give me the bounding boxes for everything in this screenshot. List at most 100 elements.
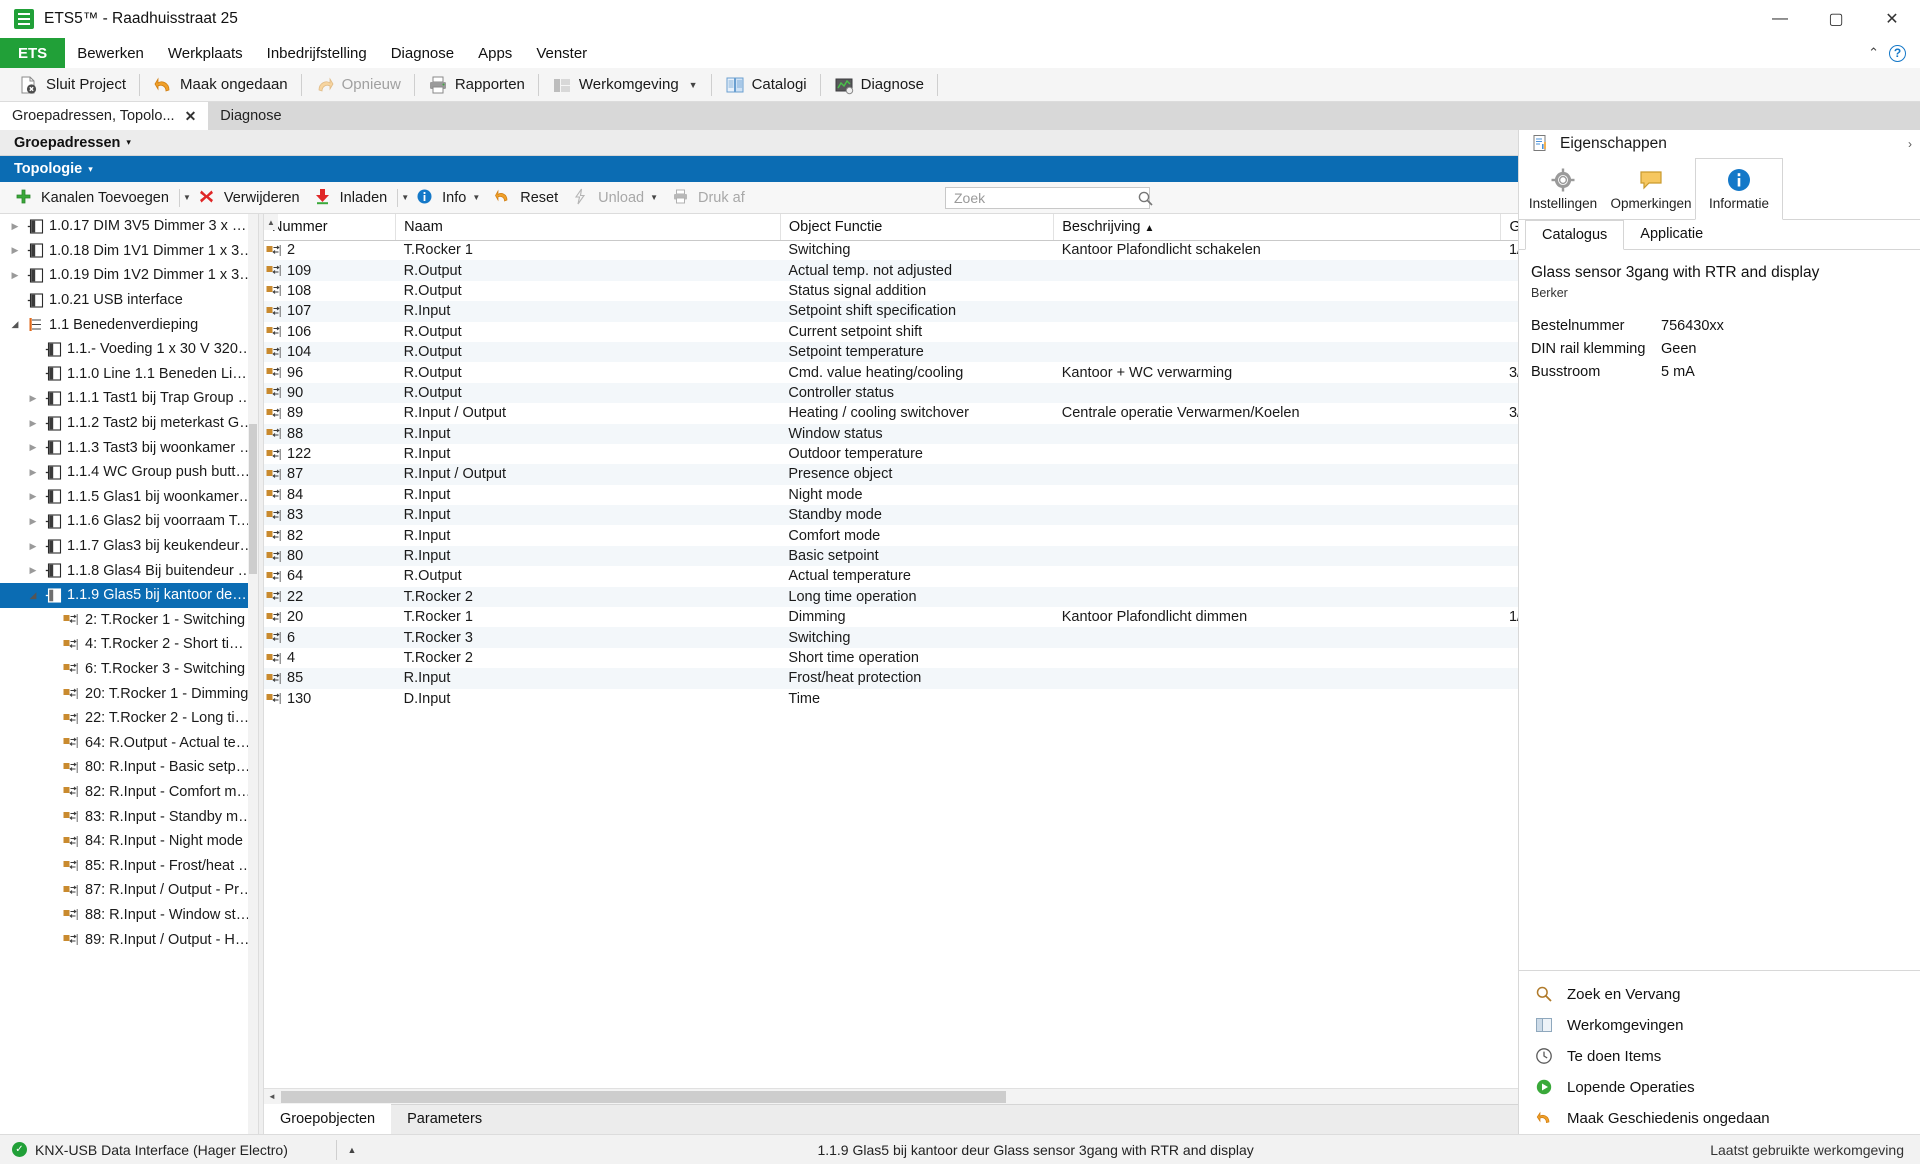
expand-properties-icon[interactable]: › [1908,137,1912,151]
properties-link[interactable]: Maak Geschiedenis ongedaan [1519,1103,1920,1134]
tree-node[interactable]: 22: T.Rocker 2 - Long time o... [0,706,258,731]
search-box[interactable] [945,187,1153,209]
chevron-down-icon[interactable]: ▼ [401,193,409,202]
minimize-button[interactable]: — [1752,0,1808,38]
tree-expand-icon[interactable]: ▶ [26,442,40,453]
tree-expand-icon[interactable]: ▶ [8,270,22,281]
column-header[interactable]: Nummer [264,214,397,241]
tab-diagnose[interactable]: Diagnose [208,102,294,130]
tree-expand-icon[interactable]: ▶ [26,418,40,429]
toolbar-werkomgeving[interactable]: Werkomgeving ▼ [543,68,707,102]
properties-link[interactable]: Zoek en Vervang [1519,979,1920,1010]
tree-node[interactable]: ▶ 1.1.8 Glas4 Bij buitendeur Tou... [0,558,258,583]
tree-node[interactable]: 88: R.Input - Window status [0,903,258,928]
tree-node[interactable]: ▶ 1.1.1 Tast1 bij Trap Group pus... [0,386,258,411]
search-icon[interactable] [1137,190,1154,207]
tree-node[interactable]: 4: T.Rocker 2 - Short time op... [0,632,258,657]
tree-node[interactable]: 20: T.Rocker 1 - Dimming [0,681,258,706]
tree-node[interactable]: ▶ 1.1.2 Tast2 bij meterkast Grou... [0,411,258,436]
tree-node[interactable]: ▶ 1.0.17 DIM 3V5 Dimmer 3 x 30... [0,214,258,239]
tree-node[interactable]: ◢ 1.1.9 Glas5 bij kantoor deur G... [0,582,258,608]
chevron-down-icon[interactable]: ▼ [650,193,658,202]
tree-expand-icon[interactable]: ▶ [26,541,40,552]
action-info[interactable]: Info ▼ [409,183,487,213]
menu-item-werkplaats[interactable]: Werkplaats [156,38,255,68]
ptab-instellingen[interactable]: Instellingen [1519,158,1607,219]
close-window-button[interactable]: ✕ [1864,0,1920,38]
tree-node[interactable]: ◢ 1.1 Benedenverdieping [0,312,258,337]
subtab-catalogus[interactable]: Catalogus [1525,220,1625,250]
menu-item-inbedrijfstelling[interactable]: Inbedrijfstelling [255,38,379,68]
tree-node[interactable]: 87: R.Input / Output - Prese... [0,878,258,903]
tree-expand-icon[interactable]: ▶ [26,491,40,502]
tree-node[interactable]: 89: R.Input / Output - Heati... [0,927,258,952]
action-kanalen-toevoegen[interactable]: Kanalen Toevoegen [8,183,176,213]
tree-expand-icon[interactable]: ▶ [26,516,40,527]
action-druk-af[interactable]: Druk af [665,183,752,213]
tab-parameters[interactable]: Parameters [391,1104,498,1134]
ptab-informatie[interactable]: Informatie [1695,158,1783,220]
tree-expand-icon[interactable]: ▶ [26,393,40,404]
toolbar-opnieuw[interactable]: Opnieuw [306,68,410,102]
tree-expand-icon[interactable]: ▶ [26,467,40,478]
tab-groepadressen-topologie[interactable]: Groepadressen, Topolo... ✕ [0,102,209,130]
tree-expand-icon[interactable]: ▶ [8,221,22,232]
tree-collapse-icon[interactable]: ◢ [26,590,40,601]
menu-item-venster[interactable]: Venster [524,38,599,68]
chevron-down-icon[interactable]: ▾ [88,164,93,175]
menu-item-bewerken[interactable]: Bewerken [65,38,156,68]
scrollbar-thumb[interactable] [281,1091,1006,1103]
action-verwijderen[interactable]: Verwijderen [191,183,307,213]
tree-node[interactable]: 6: T.Rocker 3 - Switching [0,657,258,682]
maximize-button[interactable]: ▢ [1808,0,1864,38]
tree-node[interactable]: 1.0.21 USB interface [0,288,258,313]
action-inladen[interactable]: Inladen [307,183,395,213]
help-icon[interactable]: ? [1889,44,1906,62]
column-header[interactable]: Beschrijving ▲ [1053,214,1502,241]
tree-node[interactable]: 84: R.Input - Night mode [0,829,258,854]
scroll-left-arrow-icon[interactable]: ◄ [264,1089,280,1105]
tree-node[interactable]: 2: T.Rocker 1 - Switching [0,608,258,633]
tree-expand-icon[interactable]: ▶ [8,245,22,256]
tree-node[interactable]: 83: R.Input - Standby mode [0,804,258,829]
topology-tree[interactable]: ▶ 1.0.17 DIM 3V5 Dimmer 3 x 30... ▶ 1.0.18 … [0,214,258,1134]
tree-node[interactable]: ▶ 1.0.18 Dim 1V1 Dimmer 1 x 300... [0,239,258,264]
column-header[interactable]: Object Functie [780,214,1055,241]
toolbar-rapporten[interactable]: Rapporten [419,68,534,102]
toolbar-catalogi[interactable]: Catalogi [716,68,816,102]
tree-node[interactable]: 1.1.- Voeding 1 x 30 V 320 m... [0,337,258,362]
tree-scrollbar[interactable] [248,214,258,1134]
tree-node[interactable]: ▶ 1.1.5 Glas1 bij woonkamerdeu... [0,485,258,510]
tab-groepobjecten[interactable]: Groepobjecten [264,1104,392,1134]
tree-node[interactable]: 1.1.0 Line 1.1 Beneden Line co... [0,362,258,387]
action-unload[interactable]: Unload ▼ [565,183,665,213]
tree-node[interactable]: 64: R.Output - Actual tempe... [0,730,258,755]
tree-node[interactable]: 80: R.Input - Basic setpoint [0,755,258,780]
status-expand-icon[interactable]: ▲ [343,1145,361,1155]
tree-collapse-icon[interactable]: ◢ [8,319,22,330]
properties-link[interactable]: Lopende Operaties [1519,1072,1920,1103]
chevron-down-icon[interactable]: ▾ [126,137,131,148]
toolbar-maak-ongedaan[interactable]: Maak ongedaan [144,68,297,102]
scrollbar-thumb[interactable] [249,424,257,574]
toolbar-sluit-project[interactable]: Sluit Project [10,68,135,102]
menu-item-diagnose[interactable]: Diagnose [379,38,466,68]
action-reset[interactable]: Reset [487,183,565,213]
tree-node[interactable]: ▶ 1.1.3 Tast3 bij woonkamer de... [0,435,258,460]
menu-ets-button[interactable]: ETS [0,38,66,68]
chevron-down-icon[interactable]: ▼ [472,193,480,202]
tree-node[interactable]: 85: R.Input - Frost/heat prot... [0,853,258,878]
ptab-opmerkingen[interactable]: Opmerkingen [1607,158,1695,219]
column-header[interactable]: Naam [395,214,781,241]
tree-node[interactable]: ▶ 1.1.7 Glas3 bij keukendeur To... [0,534,258,559]
subtab-applicatie[interactable]: Applicatie [1624,219,1719,249]
collapse-ribbon-icon[interactable]: ⌃ [1868,45,1879,61]
chevron-down-icon[interactable]: ▼ [183,193,191,202]
close-icon[interactable]: ✕ [185,108,197,125]
tree-expand-icon[interactable]: ▶ [26,565,40,576]
tree-node[interactable]: 82: R.Input - Comfort mode [0,780,258,805]
properties-link[interactable]: Werkomgevingen [1519,1010,1920,1041]
status-connection[interactable]: KNX-USB Data Interface (Hager Electro) [0,1142,330,1158]
table-scroll-up-button[interactable]: ▲ [264,214,278,230]
menu-item-apps[interactable]: Apps [466,38,524,68]
